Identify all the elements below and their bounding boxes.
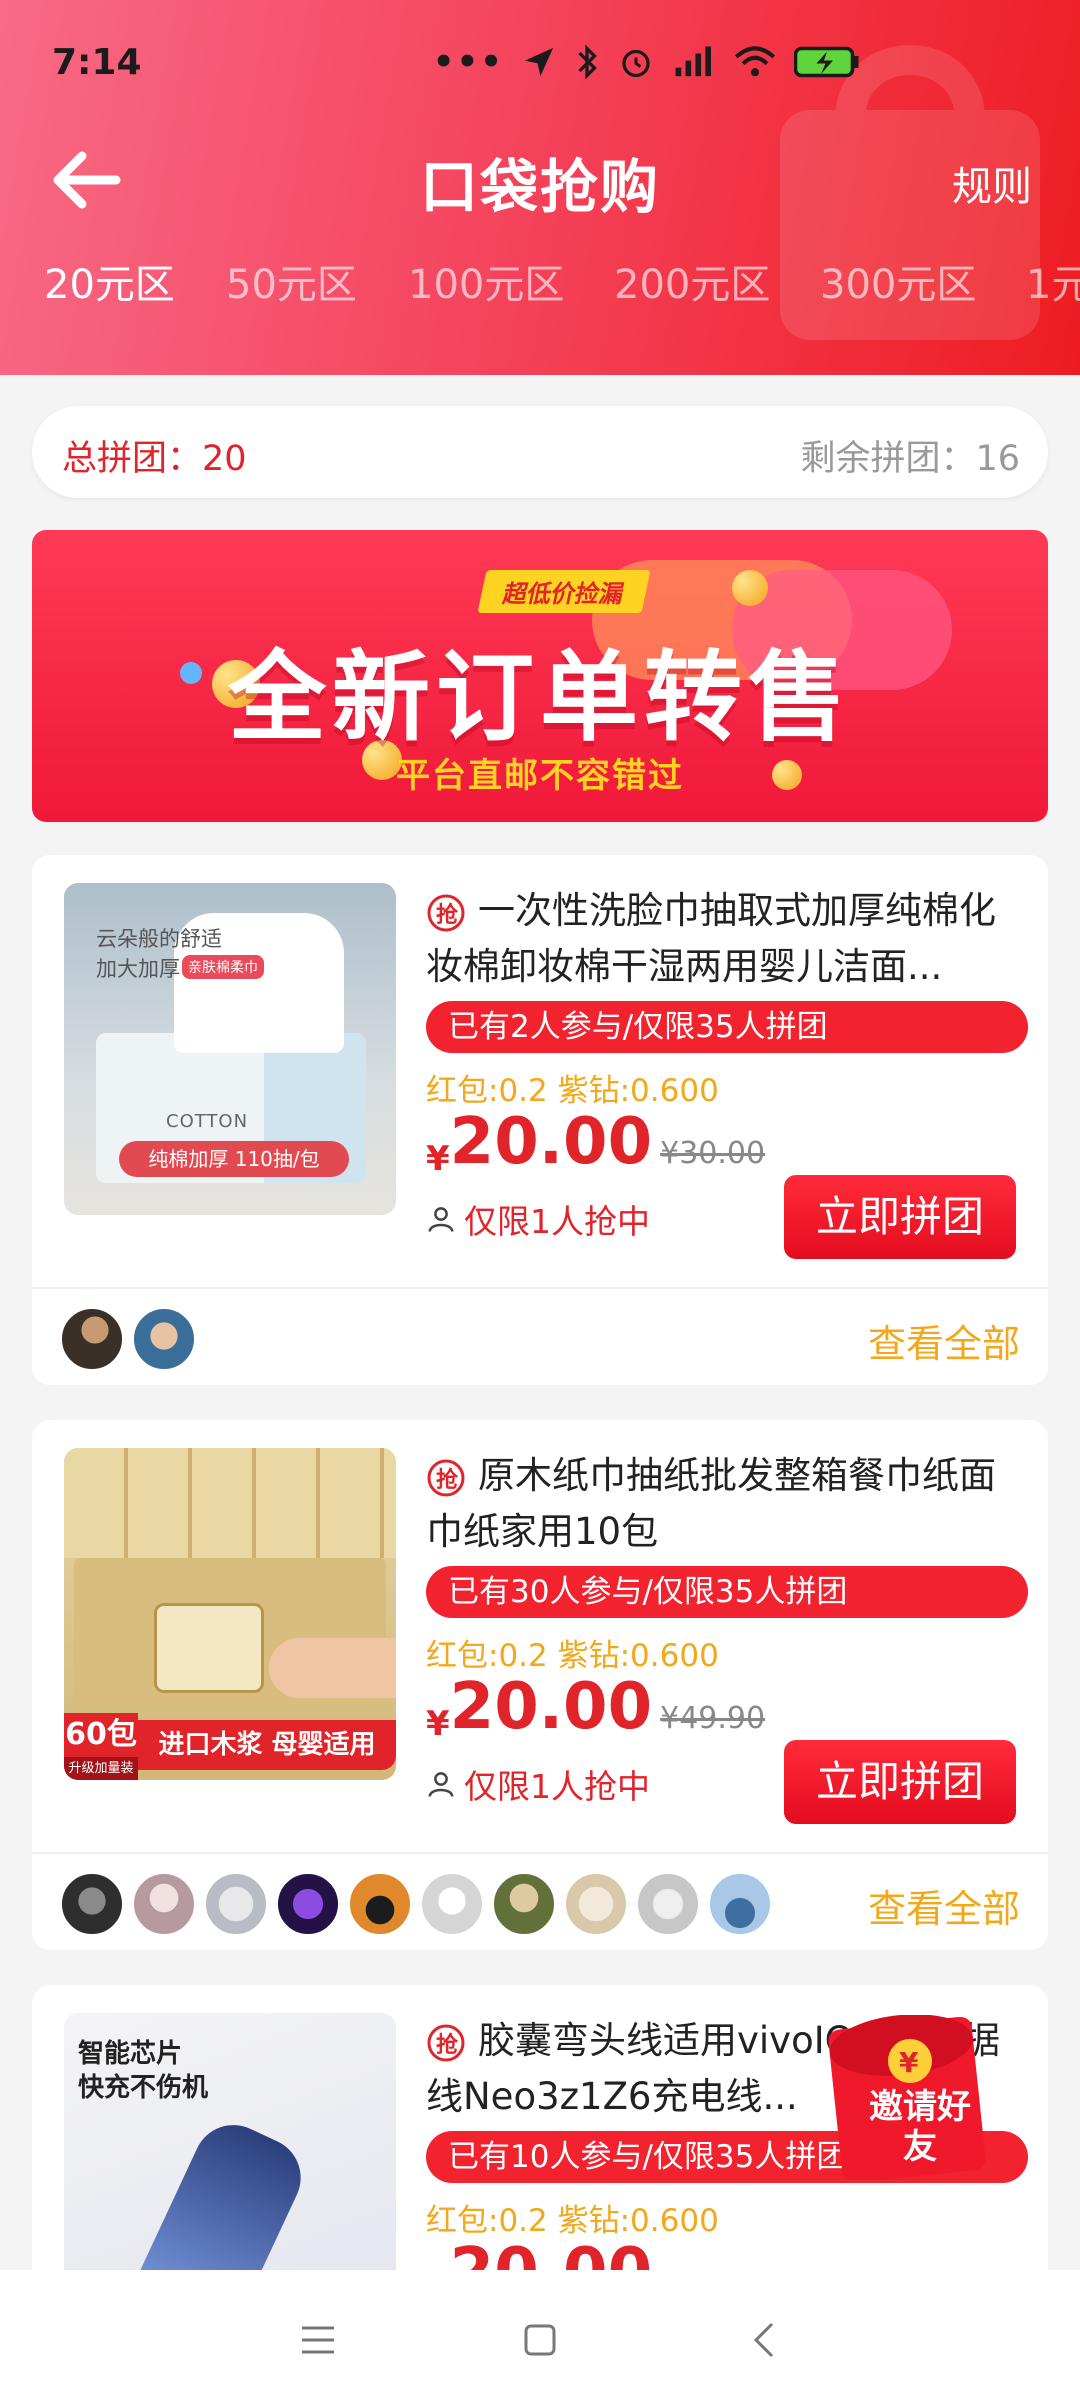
bonus-text: 红包:0.2 紫钻:0.600 (426, 1073, 719, 1109)
more-dots-icon: ••• (432, 42, 504, 82)
bluetooth-icon (578, 44, 597, 80)
grab-logo-icon: 抢 (427, 1459, 465, 1496)
original-price: ¥49.90 (660, 1701, 766, 1736)
price-tabs: 20元区 50元区 100元区 200元区 300元区 1元 (0, 252, 1080, 332)
price: ¥20.00 ¥49.90 (426, 1670, 766, 1744)
nav-bar: 口袋抢购 规则 (0, 120, 1080, 240)
thumb-line2: 快充不伤机 (78, 2073, 209, 2103)
rules-link[interactable]: 规则 (952, 154, 1032, 212)
avatar (276, 1872, 340, 1936)
person-icon (428, 1207, 454, 1232)
limit-text: 仅限1人抢中 (426, 1760, 650, 1808)
bonus-text: 红包:0.2 紫钻:0.600 (426, 2203, 719, 2239)
status-icons: ••• (433, 42, 860, 82)
tab-1[interactable]: 1元 (1026, 252, 1080, 310)
avatar (132, 1872, 196, 1936)
banner-orb (732, 570, 768, 606)
person-icon (428, 1772, 454, 1797)
avatar (348, 1872, 412, 1936)
battery-icon (794, 46, 859, 78)
banner-headline: 全新订单转售 (227, 641, 852, 755)
avatar (60, 1872, 124, 1936)
svg-text:抢: 抢 (436, 2032, 459, 2058)
participant-avatars (60, 1872, 780, 1936)
status-bar: 7:14 ••• (0, 0, 1080, 120)
banner-tag: 超低价捡漏 (477, 570, 651, 613)
bonus-text: 红包:0.2 紫钻:0.600 (426, 1638, 719, 1674)
avatar (60, 1307, 124, 1371)
thumb-line2: 加大加厚 (96, 957, 180, 981)
wifi-icon (734, 46, 776, 77)
view-all-link[interactable]: 查看全部 (868, 1878, 1020, 1933)
status-time: 7:14 (52, 42, 142, 83)
product-name[interactable]: 抢一次性洗脸巾抽取式加厚纯棉化妆棉卸妆棉干湿两用婴儿洁面... (426, 883, 1026, 995)
invite-friends-button[interactable]: ¥ 邀请好友 (815, 2014, 990, 2183)
page-title: 口袋抢购 (419, 153, 660, 221)
divider (32, 1287, 1048, 1289)
price-value: 20.00 (449, 1105, 653, 1179)
thumb-badge: 亲肤棉柔巾 (182, 955, 264, 979)
participant-avatars (60, 1307, 204, 1371)
back-icon[interactable] (736, 2310, 796, 2370)
product-image: 60包 升级加量装 进口木浆 母婴适用 (64, 1448, 396, 1780)
avatar (132, 1307, 196, 1371)
svg-text:抢: 抢 (436, 1467, 459, 1493)
alarm-icon (622, 49, 650, 78)
thumb-count: 60包 (64, 1713, 138, 1757)
product-image: 云朵般的舒适 加大加厚 亲肤棉柔巾 COTTON 纯棉加厚 110抽/包 (64, 883, 396, 1215)
original-price: ¥30.00 (660, 1136, 766, 1171)
remaining-groups: 剩余拼团：16 (800, 439, 1020, 479)
thumb-line1: 云朵般的舒适 (96, 927, 222, 951)
participants-pill: 已有2人参与/仅限35人拼团 (426, 1001, 1028, 1053)
total-groups: 总拼团：20 (62, 439, 247, 479)
join-group-button[interactable]: 立即拼团 (784, 1740, 1016, 1824)
svg-text:抢: 抢 (436, 902, 459, 928)
menu-icon[interactable] (288, 2310, 348, 2370)
thumb-footer: 纯棉加厚 110抽/包 (119, 1141, 349, 1177)
view-all-link[interactable]: 查看全部 (868, 1313, 1020, 1368)
tab-300[interactable]: 300元区 (820, 252, 976, 310)
product-card[interactable]: 60包 升级加量装 进口木浆 母婴适用 抢原木纸巾抽纸批发整箱餐巾纸面巾纸家用1… (32, 1420, 1048, 1950)
thumb-footer: 进口木浆 母婴适用 (138, 1720, 396, 1770)
product-image: 智能芯片 快充不伤机 (64, 2013, 396, 2285)
price: ¥20.00 ¥30.00 (426, 1105, 766, 1179)
price-value: 20.00 (449, 1670, 653, 1744)
tab-50[interactable]: 50元区 (226, 252, 357, 310)
tab-100[interactable]: 100元区 (408, 252, 564, 310)
divider (32, 1852, 1048, 1854)
thumb-upgrade: 升级加量装 (64, 1757, 138, 1780)
promo-banner[interactable]: 超低价捡漏 全新订单转售 平台直邮不容错过 (32, 530, 1048, 822)
grab-logo-icon: 抢 (427, 894, 465, 931)
participants-pill: 已有30人参与/仅限35人拼团 (426, 1566, 1028, 1618)
tab-20[interactable]: 20元区 (44, 252, 175, 310)
banner-subline: 平台直邮不容错过 (396, 756, 684, 796)
system-nav-bar (0, 2270, 1080, 2400)
thumb-line1: 智能芯片 (78, 2039, 183, 2069)
avatar (204, 1872, 268, 1936)
tab-200[interactable]: 200元区 (614, 252, 770, 310)
product-card[interactable]: 云朵般的舒适 加大加厚 亲肤棉柔巾 COTTON 纯棉加厚 110抽/包 抢一次… (32, 855, 1048, 1385)
invite-label: 邀请好友 (869, 2087, 971, 2167)
avatar (636, 1872, 700, 1936)
group-summary: 总拼团：20 剩余拼团：16 (32, 406, 1048, 498)
header: 7:14 ••• 口袋抢购 规则 20元区 50元区 100元区 200元区 3… (0, 0, 1080, 375)
svg-text:¥: ¥ (899, 2046, 919, 2079)
grab-logo-icon: 抢 (427, 2024, 465, 2061)
avatar (564, 1872, 628, 1936)
product-name[interactable]: 抢原木纸巾抽纸批发整箱餐巾纸面巾纸家用10包 (426, 1448, 1026, 1560)
avatar (492, 1872, 556, 1936)
limit-text: 仅限1人抢中 (426, 1195, 650, 1243)
location-icon (524, 47, 554, 77)
join-group-button[interactable]: 立即拼团 (784, 1175, 1016, 1259)
avatar (420, 1872, 484, 1936)
thumb-brand: COTTON (166, 1111, 249, 1132)
avatar (708, 1872, 772, 1936)
home-icon[interactable] (510, 2310, 570, 2370)
signal-icon (675, 46, 711, 77)
